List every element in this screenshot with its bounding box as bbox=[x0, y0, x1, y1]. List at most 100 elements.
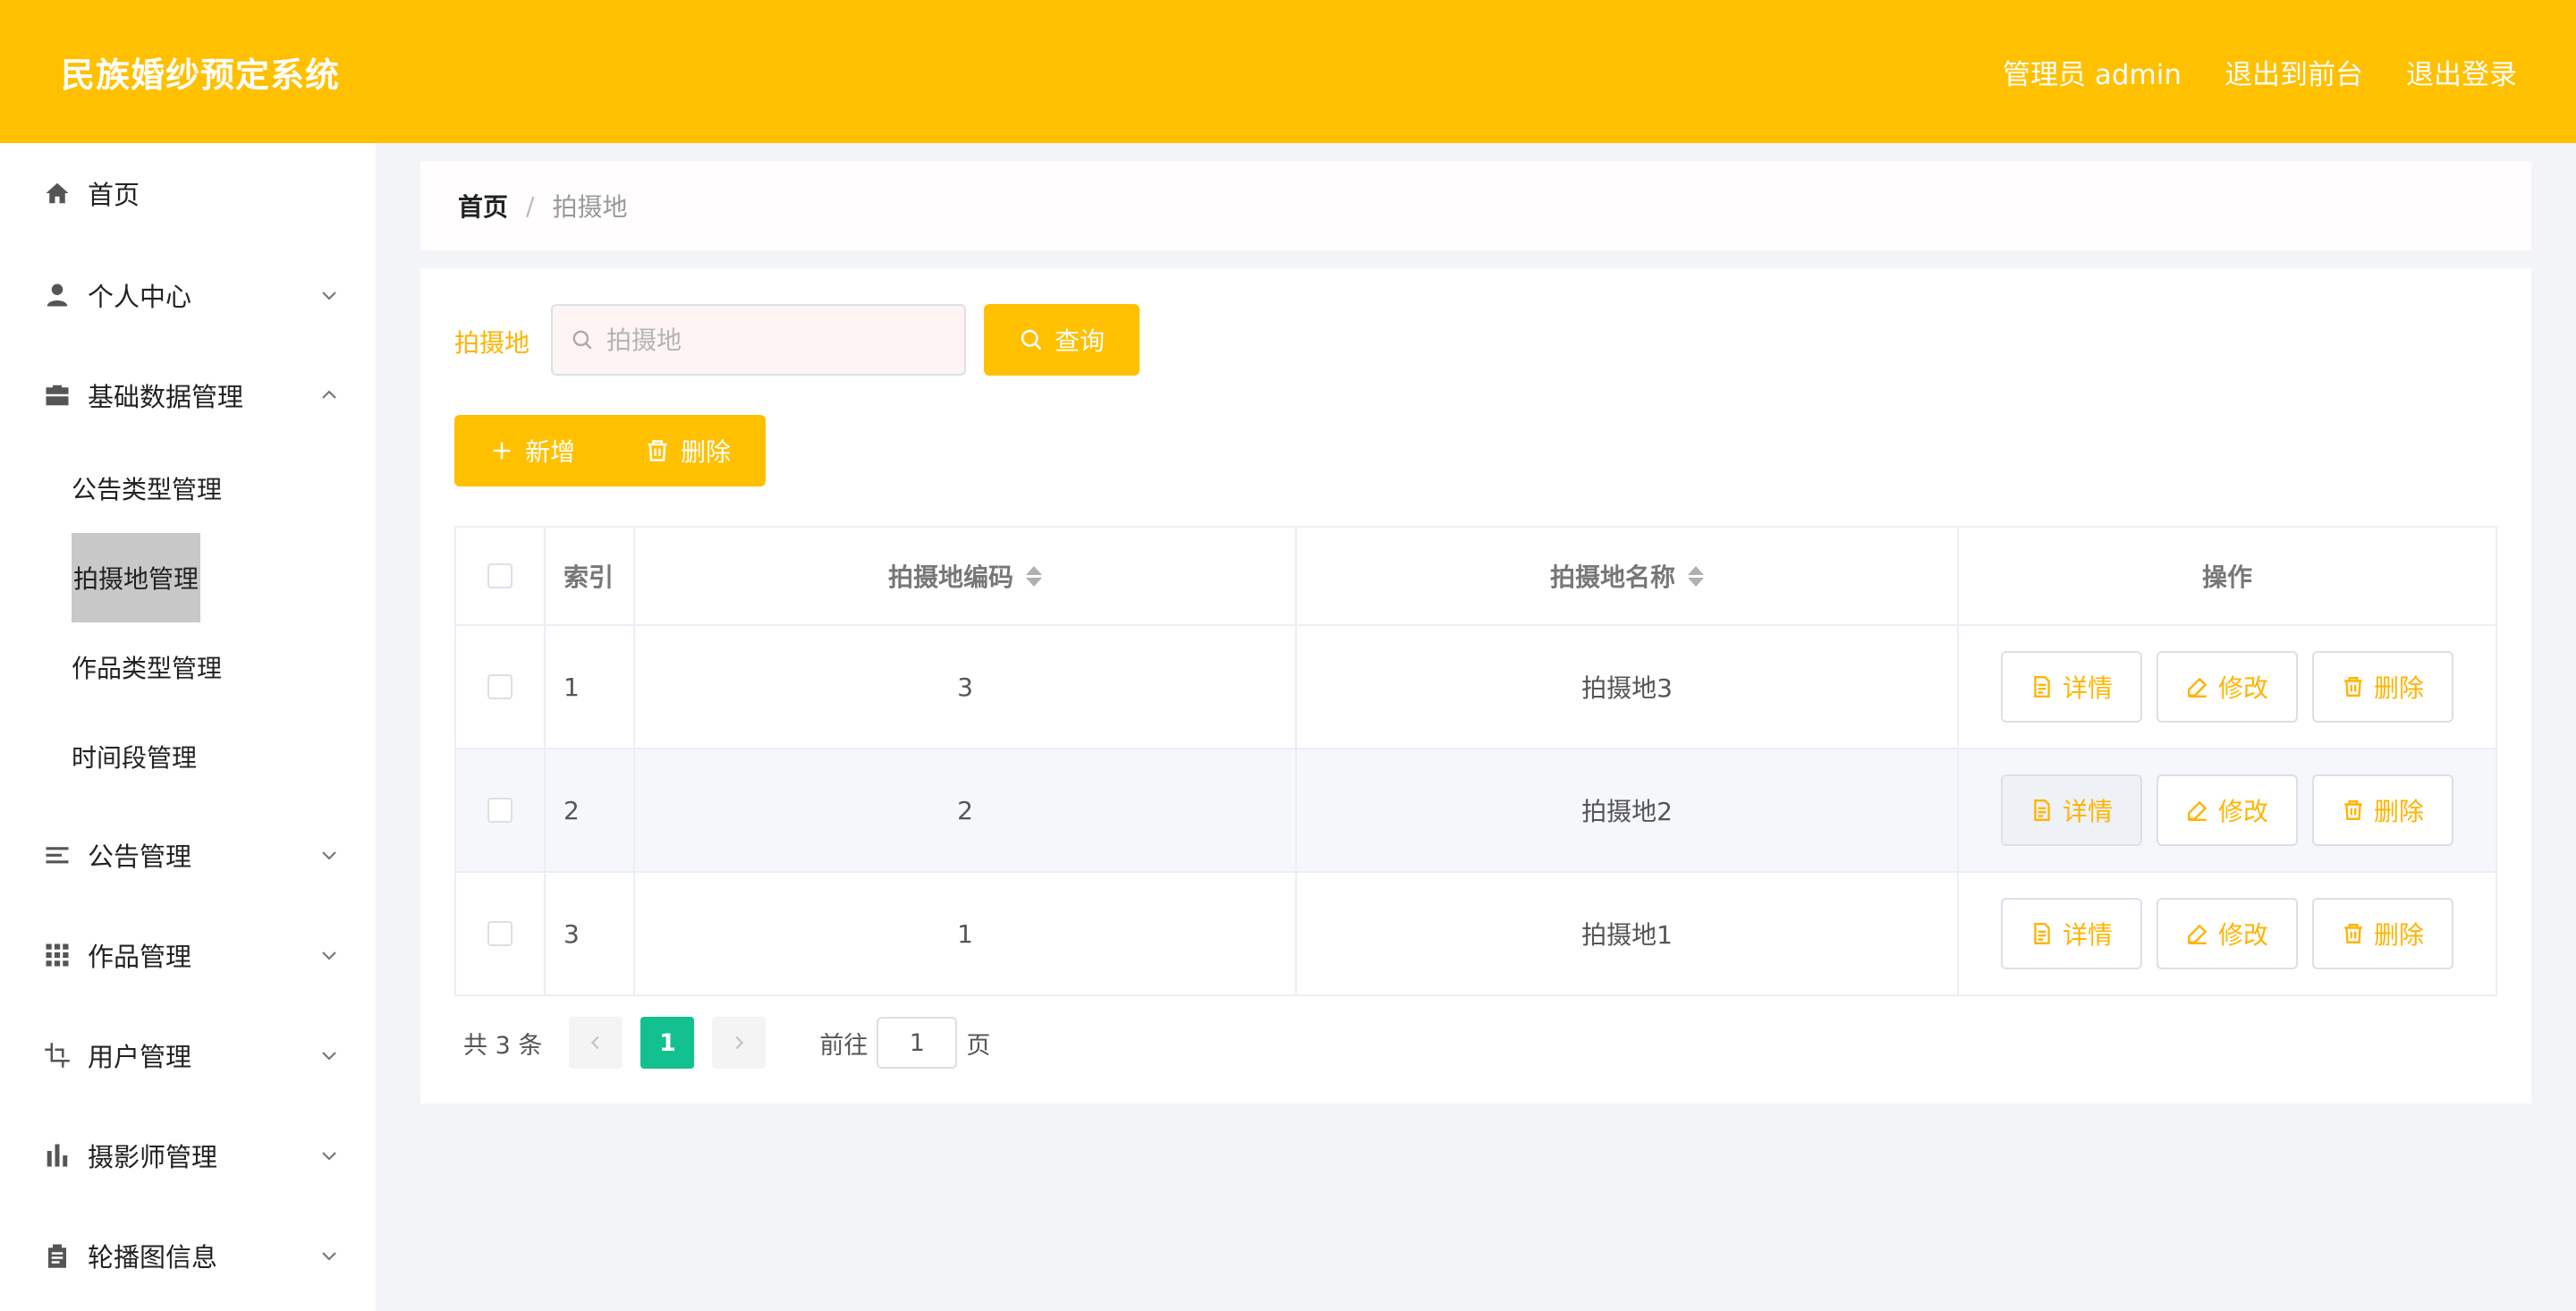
sort-icon[interactable] bbox=[1026, 565, 1042, 587]
sidebar-item-carousel[interactable]: 轮播图信息 bbox=[0, 1214, 376, 1297]
cell-name: 拍摄地2 bbox=[1297, 749, 1959, 871]
sidebar-item-notice[interactable]: 公告管理 bbox=[0, 814, 376, 896]
pagination-total: 共 3 条 bbox=[463, 1031, 543, 1060]
home-icon bbox=[43, 179, 72, 207]
plus-icon bbox=[493, 442, 511, 460]
search-field[interactable] bbox=[551, 304, 966, 376]
chevron-left-icon bbox=[591, 1036, 599, 1050]
header-checkbox-cell bbox=[456, 528, 546, 624]
detail-button[interactable]: 详情 bbox=[2001, 651, 2142, 723]
chevron-up-icon bbox=[318, 385, 340, 406]
sidebar-subitem-work-type[interactable]: 作品类型管理 bbox=[72, 622, 222, 712]
delete-button-label: 删除 bbox=[2373, 673, 2424, 703]
cell-name: 拍摄地1 bbox=[1297, 873, 1959, 994]
document-icon bbox=[2034, 799, 2050, 822]
search-input[interactable] bbox=[606, 325, 946, 355]
sidebar-item-photographers[interactable]: 摄影师管理 bbox=[0, 1114, 376, 1197]
sidebar-subitem-label: 作品类型管理 bbox=[72, 654, 223, 683]
app-title: 民族婚纱预定系统 bbox=[61, 55, 341, 95]
edit-icon bbox=[2188, 800, 2207, 822]
exit-to-frontend-link[interactable]: 退出到前台 bbox=[2224, 52, 2363, 92]
user-icon bbox=[43, 281, 72, 309]
edit-icon bbox=[2188, 924, 2207, 945]
breadcrumb-home[interactable]: 首页 bbox=[458, 188, 508, 224]
batch-delete-button-label: 删除 bbox=[680, 437, 731, 467]
sidebar-subitem-notice-type[interactable]: 公告类型管理 bbox=[72, 444, 222, 533]
logout-link[interactable]: 退出登录 bbox=[2406, 52, 2517, 92]
sidebar-item-basic-data[interactable]: 基础数据管理 bbox=[0, 354, 376, 436]
batch-delete-button[interactable]: 删除 bbox=[610, 415, 766, 486]
chevron-down-icon bbox=[318, 284, 340, 306]
data-table: 索引 拍摄地编码 拍摄地名称 操作 1 3 拍摄地3 详情 修改 删除 2 2 … bbox=[454, 526, 2497, 996]
cell-actions: 详情 修改 删除 bbox=[1959, 873, 2496, 994]
row-checkbox-cell bbox=[456, 749, 546, 871]
query-button[interactable]: 查询 bbox=[984, 304, 1140, 376]
breadcrumb-separator: / bbox=[526, 190, 535, 221]
row-checkbox[interactable] bbox=[487, 798, 513, 823]
sidebar-item-home[interactable]: 首页 bbox=[0, 152, 376, 234]
chevron-down-icon bbox=[318, 944, 340, 966]
goto-page-input[interactable] bbox=[877, 1017, 958, 1069]
sidebar-item-label: 公告管理 bbox=[88, 842, 192, 872]
sort-icon[interactable] bbox=[1688, 565, 1704, 587]
page-number-button[interactable]: 1 bbox=[640, 1017, 695, 1069]
chevron-right-icon bbox=[735, 1036, 744, 1050]
sidebar: 首页 个人中心 基础数据管理 公告类型管理 拍摄地管理 作品类型管理 时间段管理… bbox=[0, 143, 376, 1311]
sidebar-item-users[interactable]: 用户管理 bbox=[0, 1014, 376, 1096]
sidebar-item-personal-center[interactable]: 个人中心 bbox=[0, 254, 376, 336]
detail-button[interactable]: 详情 bbox=[2001, 774, 2142, 846]
sidebar-subitem-time-slot[interactable]: 时间段管理 bbox=[72, 712, 197, 801]
chevron-down-icon bbox=[318, 844, 340, 866]
search-icon bbox=[572, 330, 592, 350]
delete-button-label: 删除 bbox=[2373, 920, 2424, 950]
trash-icon bbox=[2344, 924, 2362, 943]
breadcrumb-current: 拍摄地 bbox=[552, 192, 628, 222]
main-content: 拍摄地 查询 新增 删除 索引 拍摄地编码 拍摄地名称 操作 bbox=[420, 268, 2531, 1104]
sidebar-item-label: 用户管理 bbox=[88, 1042, 192, 1072]
row-checkbox-cell bbox=[456, 873, 546, 994]
edit-button[interactable]: 修改 bbox=[2157, 898, 2298, 969]
cell-index: 1 bbox=[546, 626, 635, 748]
document-icon bbox=[2034, 675, 2050, 698]
sidebar-subitem-location[interactable]: 拍摄地管理 bbox=[72, 533, 201, 622]
select-all-checkbox[interactable] bbox=[487, 563, 513, 588]
delete-button-label: 删除 bbox=[2373, 797, 2424, 826]
grid-icon bbox=[43, 941, 72, 969]
detail-button[interactable]: 详情 bbox=[2001, 898, 2142, 969]
page-suffix: 页 bbox=[966, 1031, 991, 1060]
cell-code: 2 bbox=[635, 749, 1297, 871]
detail-button-label: 详情 bbox=[2062, 920, 2113, 950]
delete-button[interactable]: 删除 bbox=[2312, 651, 2453, 723]
next-page-button[interactable] bbox=[712, 1017, 767, 1069]
row-checkbox[interactable] bbox=[487, 921, 513, 946]
sidebar-item-label: 作品管理 bbox=[88, 942, 192, 972]
column-header-code-label: 拍摄地编码 bbox=[887, 562, 1013, 592]
edit-button[interactable]: 修改 bbox=[2157, 651, 2298, 723]
column-header-index: 索引 bbox=[546, 528, 635, 624]
delete-button[interactable]: 删除 bbox=[2312, 774, 2453, 846]
crop-icon bbox=[43, 1041, 72, 1070]
chevron-down-icon bbox=[318, 1145, 340, 1166]
cell-code: 3 bbox=[635, 626, 1297, 748]
trash-icon bbox=[2344, 800, 2362, 820]
chevron-down-icon bbox=[318, 1245, 340, 1266]
edit-button[interactable]: 修改 bbox=[2157, 774, 2298, 846]
briefcase-icon bbox=[43, 381, 72, 410]
prev-page-button[interactable] bbox=[569, 1017, 623, 1069]
sidebar-subitem-label: 公告类型管理 bbox=[72, 475, 223, 504]
delete-button[interactable]: 删除 bbox=[2312, 898, 2453, 969]
add-button[interactable]: 新增 bbox=[454, 415, 610, 486]
column-header-actions: 操作 bbox=[2201, 562, 2252, 592]
sidebar-item-works[interactable]: 作品管理 bbox=[0, 914, 376, 996]
cell-actions: 详情 修改 删除 bbox=[1959, 749, 2496, 871]
document-icon bbox=[2034, 922, 2050, 945]
cell-index: 3 bbox=[546, 873, 635, 994]
row-checkbox[interactable] bbox=[487, 674, 513, 699]
column-header-name[interactable]: 拍摄地名称 bbox=[1297, 528, 1959, 624]
cell-actions: 详情 修改 删除 bbox=[1959, 626, 2496, 748]
top-header: 民族婚纱预定系统 管理员 admin 退出到前台 退出登录 bbox=[0, 0, 2576, 143]
column-header-code[interactable]: 拍摄地编码 bbox=[635, 528, 1297, 624]
list-icon bbox=[43, 841, 72, 869]
table-row: 1 3 拍摄地3 详情 修改 删除 bbox=[456, 626, 2496, 749]
header-actions: 管理员 admin 退出到前台 退出登录 bbox=[2003, 52, 2517, 92]
